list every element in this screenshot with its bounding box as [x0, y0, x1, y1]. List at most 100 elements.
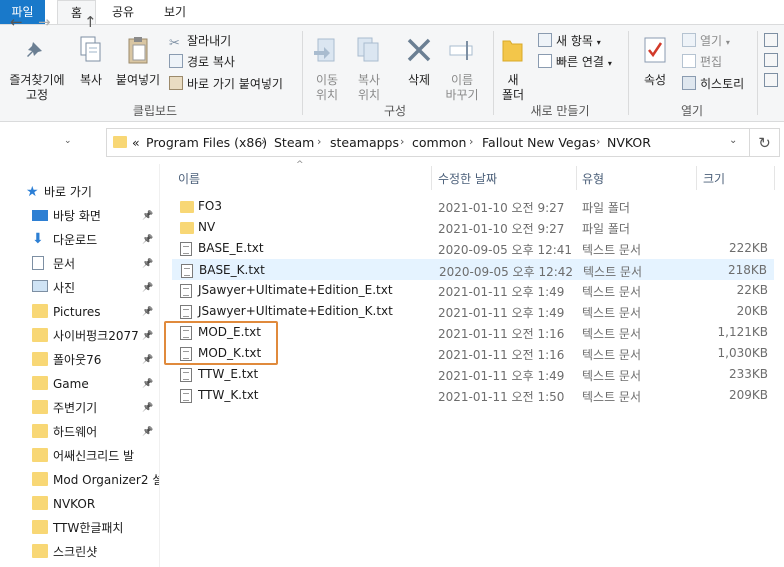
open-button[interactable]: 열기 ▾: [682, 33, 730, 51]
address-bar[interactable]: « Program Files (x86) › Steam › steamapp…: [106, 128, 750, 157]
file-row[interactable]: BASE_E.txt 2020-09-05 오후 12:41 텍스트 문서 222KB: [172, 238, 774, 259]
sidebar-item[interactable]: 하드웨어 📌: [20, 420, 160, 444]
pin-icon[interactable]: 📌: [142, 324, 153, 348]
ribbon-separator: [493, 31, 494, 115]
file-name: JSawyer+Ultimate+Edition_K.txt: [198, 304, 393, 318]
pin-icon[interactable]: 📌: [142, 276, 153, 300]
folder-icon: [32, 544, 48, 558]
pin-icon[interactable]: 📌: [142, 204, 153, 228]
delete-button[interactable]: 삭제: [400, 35, 438, 88]
history-button[interactable]: 히스토리: [682, 76, 744, 92]
column-divider[interactable]: [576, 166, 577, 190]
sidebar-item[interactable]: NVKOR: [20, 492, 160, 516]
tab-share[interactable]: 공유: [103, 0, 143, 24]
column-header-size[interactable]: 크기: [703, 170, 725, 187]
sidebar-item-label: Mod Organizer2 설: [53, 473, 160, 487]
column-divider[interactable]: [431, 166, 432, 190]
breadcrumb-steamapps[interactable]: steamapps: [330, 135, 399, 150]
file-row[interactable]: NV 2021-01-10 오전 9:27 파일 폴더: [172, 217, 774, 238]
sidebar-item[interactable]: 바탕 화면 📌: [20, 204, 160, 228]
easy-access-dropdown-icon: ▾: [607, 59, 612, 68]
sidebar-item-label: 다운로드: [53, 233, 98, 247]
pin-icon[interactable]: 📌: [142, 420, 153, 444]
ribbon-tabs: 파일 홈 공유 보기: [0, 0, 784, 25]
breadcrumb-nvkor[interactable]: NVKOR: [607, 135, 651, 150]
quick-access-label: 바로 가기: [44, 185, 92, 199]
file-row[interactable]: JSawyer+Ultimate+Edition_E.txt 2021-01-11…: [172, 280, 774, 301]
column-header-date[interactable]: 수정한 날짜: [438, 170, 497, 187]
sidebar-item[interactable]: Mod Organizer2 설: [20, 468, 160, 492]
column-divider[interactable]: [696, 166, 697, 190]
up-button[interactable]: ↑: [84, 13, 97, 31]
file-row[interactable]: BASE_K.txt 2020-09-05 오후 12:42 텍스트 문서 218KB: [172, 259, 774, 280]
sidebar-item[interactable]: 사진 📌: [20, 276, 160, 300]
column-divider[interactable]: [774, 166, 775, 190]
sidebar-item[interactable]: Pictures 📌: [20, 300, 160, 324]
paste-shortcut-button[interactable]: 바로 가기 붙여넣기: [169, 76, 283, 92]
new-item-icon: [538, 33, 552, 47]
file-date: 2021-01-10 오전 9:27: [438, 201, 565, 215]
new-item-button[interactable]: 새 항목 ▾: [538, 33, 601, 51]
file-name: TTW_E.txt: [198, 367, 259, 381]
sidebar-item[interactable]: 어쌔신크리드 발: [20, 444, 160, 468]
text-file-icon: [180, 389, 192, 403]
sidebar-item[interactable]: ⬇ 다운로드 📌: [20, 228, 160, 252]
cut-button[interactable]: ✂ 잘라내기: [169, 33, 231, 51]
pin-to-quick-access-button[interactable]: 즐겨찾기에 고정: [6, 39, 68, 103]
open-icon: [682, 33, 696, 47]
move-to-button[interactable]: 이동 위치: [308, 35, 346, 103]
breadcrumb-steam[interactable]: Steam: [274, 135, 314, 150]
pin-icon[interactable]: 📌: [142, 252, 153, 276]
paste-button[interactable]: 붙여넣기: [112, 35, 164, 88]
copy-path-button[interactable]: 경로 복사: [169, 54, 235, 70]
pin-icon[interactable]: 📌: [142, 300, 153, 324]
column-header-type[interactable]: 유형: [582, 170, 604, 187]
rename-button[interactable]: 이름 바꾸기: [440, 35, 484, 103]
folder-icon: [32, 400, 48, 414]
sidebar-item[interactable]: 스크린샷: [20, 540, 160, 564]
file-row[interactable]: JSawyer+Ultimate+Edition_K.txt 2021-01-11…: [172, 301, 774, 322]
breadcrumb-program-files[interactable]: Program Files (x86): [146, 135, 267, 150]
quick-access-header[interactable]: ★ 바로 가기: [20, 180, 160, 204]
select-group[interactable]: [764, 33, 780, 93]
file-size: 22KB: [736, 283, 768, 297]
new-folder-button[interactable]: 새 폴더: [498, 35, 528, 103]
pin-icon[interactable]: 📌: [142, 372, 153, 396]
address-dropdown-icon[interactable]: ⌄: [729, 135, 737, 146]
back-button[interactable]: ←: [10, 13, 23, 31]
folder-icon: [32, 448, 48, 462]
file-row[interactable]: TTW_E.txt 2021-01-11 오후 1:49 텍스트 문서 233KB: [172, 364, 774, 385]
breadcrumb-fallout-new-vegas[interactable]: Fallout New Vegas: [482, 135, 596, 150]
file-row[interactable]: TTW_K.txt 2021-01-11 오전 1:50 텍스트 문서 209KB: [172, 385, 774, 406]
invert-selection-icon: [764, 73, 778, 87]
pin-icon[interactable]: 📌: [142, 228, 153, 252]
sidebar-item[interactable]: 폴아웃76 📌: [20, 348, 160, 372]
sidebar-item[interactable]: 사이버펑크2077 📌: [20, 324, 160, 348]
easy-access-icon: [538, 54, 552, 68]
sidebar-item-label: 어쌔신크리드 발: [53, 449, 135, 463]
refresh-button[interactable]: ↻: [750, 128, 780, 157]
breadcrumb-common[interactable]: common: [412, 135, 466, 150]
pin-icon[interactable]: 📌: [142, 396, 153, 420]
breadcrumb-chevron-icon: ›: [400, 135, 405, 148]
copy-to-button[interactable]: 복사 위치: [350, 35, 388, 103]
properties-label: 속성: [643, 73, 667, 87]
file-type: 파일 폴더: [582, 201, 630, 215]
forward-button[interactable]: →: [38, 13, 51, 31]
pane-divider[interactable]: [159, 164, 160, 567]
sidebar-item[interactable]: 문서 📌: [20, 252, 160, 276]
sidebar-item[interactable]: 주변기기 📌: [20, 396, 160, 420]
pin-icon[interactable]: 📌: [142, 348, 153, 372]
tab-view[interactable]: 보기: [152, 0, 198, 24]
edit-button[interactable]: 편집: [682, 54, 722, 70]
properties-button[interactable]: 속성: [636, 35, 674, 88]
recent-locations-button[interactable]: ⌄: [64, 136, 72, 146]
sidebar-item[interactable]: Game 📌: [20, 372, 160, 396]
column-header-name[interactable]: 이름: [178, 170, 200, 187]
move-to-icon: [314, 38, 335, 62]
sidebar-item[interactable]: TTW한글패치: [20, 516, 160, 540]
easy-access-button[interactable]: 빠른 연결 ▾: [538, 54, 612, 72]
copy-button[interactable]: 복사: [72, 35, 110, 88]
address-overflow[interactable]: «: [132, 135, 140, 150]
file-row[interactable]: FO3 2021-01-10 오전 9:27 파일 폴더: [172, 196, 774, 217]
